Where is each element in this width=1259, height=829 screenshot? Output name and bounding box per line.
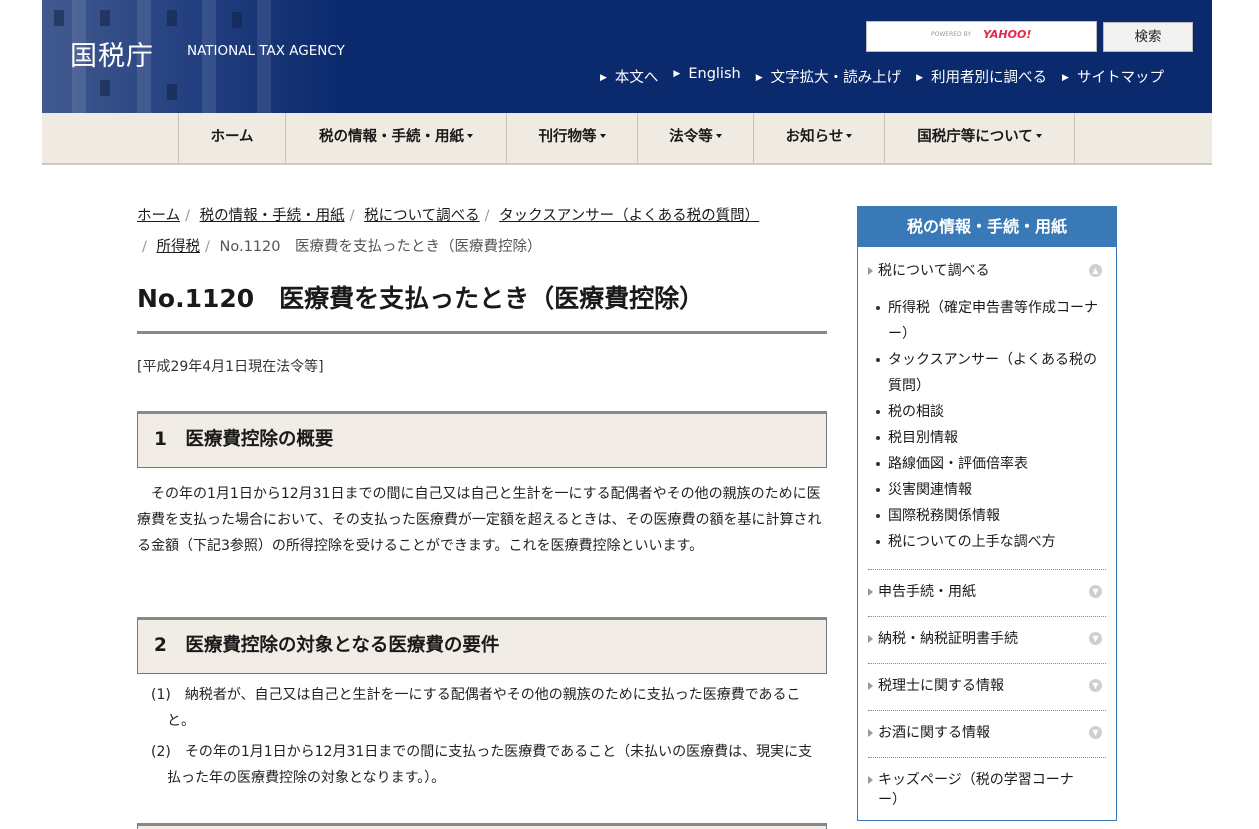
caret-down-icon	[1035, 134, 1042, 138]
triangle-right-icon	[868, 267, 873, 275]
breadcrumb: ホーム / 税の情報・手続・用紙 / 税について調べる / タックスアンサー（よくある…	[137, 208, 760, 255]
sidebar-link[interactable]: タックスアンサー（よくある税の質問）	[876, 347, 1100, 399]
triangle-right-icon	[868, 776, 873, 784]
sidebar-category-liquor[interactable]: お酒に関する情報 ▼	[868, 723, 1104, 743]
breadcrumb-current: No.1120 医療費を支払ったとき（医療費控除）	[219, 239, 542, 255]
nav-item-about[interactable]: 国税庁等について	[884, 113, 1075, 163]
sidebar-category-label: 税理士に関する情報	[878, 678, 1004, 694]
collapse-icon[interactable]: ▲	[1089, 264, 1102, 277]
sidebar-link[interactable]: 災害関連情報	[876, 477, 1100, 503]
nav-item-laws[interactable]: 法令等	[637, 113, 753, 163]
main-nav: ホーム 税の情報・手続・用紙 刊行物等 法令等 お知らせ 国税庁等について	[42, 113, 1212, 165]
sidebar-category-label: お酒に関する情報	[878, 725, 990, 741]
nav-item-label: 刊行物等	[538, 129, 597, 145]
requirement-item: (1) 納税者が、自己又は自己と生計を一にする配偶者やその他の親族のために支払っ…	[151, 687, 801, 729]
nav-item-tax-info[interactable]: 税の情報・手続・用紙	[285, 113, 506, 163]
util-link-skip-to-content[interactable]: 本文へ	[600, 66, 659, 88]
breadcrumb-link-home[interactable]: ホーム	[137, 208, 180, 224]
expand-icon[interactable]: ▼	[1089, 726, 1102, 739]
sidebar-divider	[868, 663, 1106, 664]
section-body: その年の1月1日から12月31日までの間に自己又は自己と生計を一にする配偶者やそ…	[137, 486, 822, 554]
utility-links: 本文へ English 文字拡大・読み上げ 利用者別に調べる サイトマップ	[600, 66, 1164, 88]
sidebar-divider	[868, 569, 1106, 570]
yahoo-logo: YAHOO!	[983, 28, 1032, 41]
requirement-item: (2) その年の1月1日から12月31日までの間に支払った医療費であること（未払…	[151, 744, 813, 786]
breadcrumb-link-research[interactable]: 税について調べる	[364, 208, 480, 224]
breadcrumb-link-tax-answer[interactable]: タックスアンサー（よくある税の質問）	[499, 208, 759, 224]
caret-down-icon	[715, 134, 722, 138]
sidebar-link[interactable]: 国際税務関係情報	[876, 503, 1100, 529]
law-date: [平成29年4月1日現在法令等]	[137, 359, 324, 375]
sidebar-link[interactable]: 所得税（確定申告書等作成コーナー）	[876, 295, 1100, 347]
sidebar-divider	[868, 616, 1106, 617]
title-divider	[137, 331, 827, 334]
sidebar-divider	[868, 710, 1106, 711]
caret-down-icon	[846, 134, 853, 138]
sidebar-category-filing[interactable]: 申告手続・用紙 ▼	[868, 582, 1104, 602]
sidebar-category-label: 申告手続・用紙	[878, 584, 976, 600]
search-button[interactable]: 検索	[1103, 22, 1193, 52]
sidebar-link[interactable]: 税目別情報	[876, 425, 1100, 451]
sidebar-category-label: 納税・納税証明書手続	[878, 631, 1018, 647]
triangle-right-icon	[868, 729, 873, 737]
sidebar-link[interactable]: 税についての上手な調べ方	[876, 529, 1100, 555]
sidebar-link[interactable]: 路線価図・評価倍率表	[876, 451, 1100, 477]
nav-item-label: 法令等	[669, 129, 713, 145]
triangle-right-icon	[868, 682, 873, 690]
breadcrumb-link-income-tax[interactable]: 所得税	[157, 239, 201, 255]
sidebar-category-label: キッズページ（税の学習コーナー）	[878, 772, 1074, 808]
nav-item-home[interactable]: ホーム	[178, 113, 285, 163]
util-link-english[interactable]: English	[673, 66, 740, 88]
sidebar-title: 税の情報・手続・用紙	[858, 207, 1116, 247]
sidebar: 税の情報・手続・用紙 税について調べる ▲ 所得税（確定申告書等作成コーナー） …	[857, 206, 1117, 821]
util-link-text-size[interactable]: 文字拡大・読み上げ	[756, 66, 902, 88]
expand-icon[interactable]: ▼	[1089, 679, 1102, 692]
nav-item-label: ホーム	[210, 129, 254, 145]
util-link-sitemap[interactable]: サイトマップ	[1062, 66, 1164, 88]
caret-down-icon	[467, 134, 473, 138]
section-heading: 2 医療費控除の対象となる医療費の要件	[137, 617, 827, 674]
site-logo[interactable]: 国税庁	[70, 34, 154, 73]
sidebar-category-research[interactable]: 税について調べる ▲	[868, 261, 1104, 281]
site-header: 国税庁 NATIONAL TAX AGENCY POWERED BY YAHOO…	[42, 0, 1212, 113]
section-heading-partial	[137, 823, 827, 829]
nav-item-news[interactable]: お知らせ	[753, 113, 884, 163]
sidebar-category-kids[interactable]: キッズページ（税の学習コーナー）	[868, 770, 1090, 810]
nav-item-publications[interactable]: 刊行物等	[506, 113, 637, 163]
sidebar-sublist: 所得税（確定申告書等作成コーナー） タックスアンサー（よくある税の質問） 税の相…	[876, 295, 1100, 555]
search-input[interactable]: POWERED BY YAHOO!	[866, 21, 1097, 52]
sidebar-category-payment[interactable]: 納税・納税証明書手続 ▼	[868, 629, 1104, 649]
sidebar-category-tax-accountant[interactable]: 税理士に関する情報 ▼	[868, 676, 1104, 696]
triangle-right-icon	[868, 635, 873, 643]
triangle-right-icon	[868, 588, 873, 596]
search-powered-label: POWERED BY	[931, 31, 972, 38]
nav-item-label: 税の情報・手続・用紙	[319, 129, 464, 145]
nav-item-label: 国税庁等について	[917, 129, 1033, 145]
expand-icon[interactable]: ▼	[1089, 585, 1102, 598]
sidebar-category-label: 税について調べる	[878, 263, 990, 279]
site-logo-english[interactable]: NATIONAL TAX AGENCY	[187, 43, 345, 59]
section-heading: 1 医療費控除の概要	[137, 411, 827, 468]
sidebar-divider	[868, 757, 1106, 758]
util-link-by-user[interactable]: 利用者別に調べる	[916, 66, 1047, 88]
nav-item-label: お知らせ	[785, 129, 844, 145]
page-title: No.1120 医療費を支払ったとき（医療費控除）	[137, 284, 705, 313]
breadcrumb-link-tax-info[interactable]: 税の情報・手続・用紙	[200, 208, 345, 224]
sidebar-link[interactable]: 税の相談	[876, 399, 1100, 425]
caret-down-icon	[599, 134, 606, 138]
expand-icon[interactable]: ▼	[1089, 632, 1102, 645]
